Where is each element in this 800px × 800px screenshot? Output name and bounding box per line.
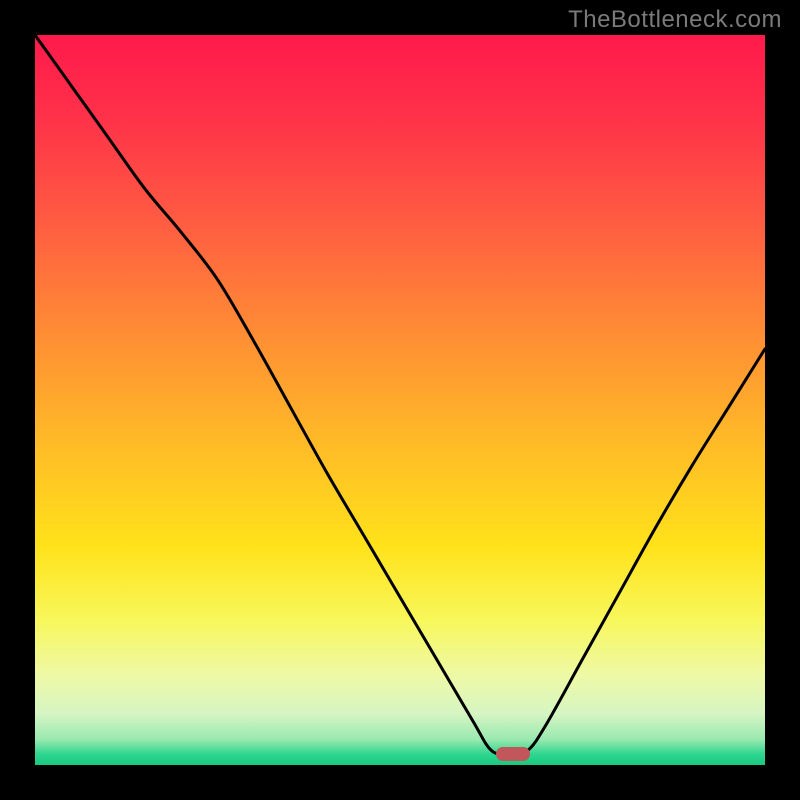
- optimal-marker: [496, 747, 530, 761]
- watermark-text: TheBottleneck.com: [568, 6, 782, 34]
- chart-frame: TheBottleneck.com: [0, 0, 800, 800]
- bottleneck-curve: [35, 35, 765, 765]
- plot-area: [35, 35, 765, 765]
